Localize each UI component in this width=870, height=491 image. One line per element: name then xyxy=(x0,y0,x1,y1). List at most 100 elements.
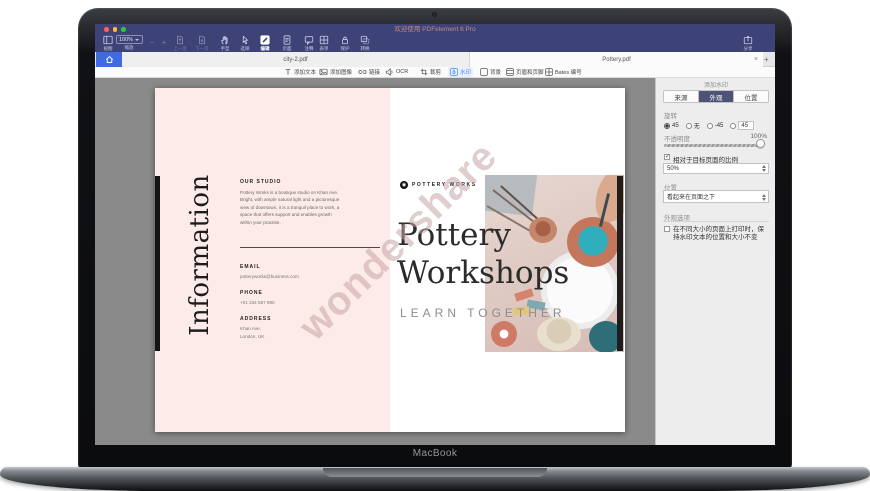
radio-custom[interactable] xyxy=(730,123,736,129)
link-icon xyxy=(358,68,367,76)
panel-divider xyxy=(663,221,769,222)
zoom-value: 100% xyxy=(119,37,133,43)
titlebar: 欢迎使用 PDFelement 6 Pro xyxy=(95,24,775,34)
pdf-page-spread[interactable]: Information OUR STUDIO Pottery Works is … xyxy=(155,88,625,432)
email-label: EMAIL xyxy=(240,264,261,270)
scale-checkbox[interactable]: ✓ xyxy=(664,154,670,160)
watermark-icon xyxy=(450,68,458,76)
macbook-base-notch xyxy=(323,468,547,477)
ribbon-item-label: 添加文本 xyxy=(294,68,316,76)
watermark-button[interactable]: 水印 xyxy=(448,67,473,77)
position-dropdown[interactable]: 看起来在页面之下 xyxy=(663,190,769,203)
rotation-options: 45 无 -45 45 xyxy=(664,121,770,130)
tab-source[interactable]: 来源 xyxy=(664,91,699,102)
ocr-button[interactable]: OCR xyxy=(385,67,408,77)
ribbon-item-label: Bates 编号 xyxy=(555,68,582,76)
ribbon-item-label: 背景 xyxy=(490,68,501,76)
ribbon-item-label: 链接 xyxy=(369,68,380,76)
panel-header: 添加水印 xyxy=(656,80,775,89)
scale-value: 50% xyxy=(667,166,679,172)
toolbar-item-label: 编辑 xyxy=(261,46,270,51)
background-icon xyxy=(480,68,488,76)
share-icon xyxy=(743,35,753,45)
tab-pottery-pdf[interactable]: Pottery.pdf × xyxy=(470,52,763,67)
rotation-label: 旋转 xyxy=(664,110,677,120)
tab-appearance[interactable]: 外观 xyxy=(699,91,734,102)
edit-icon xyxy=(260,35,270,45)
tab-position[interactable]: 位置 xyxy=(734,91,768,102)
position-value: 看起来在页面之下 xyxy=(667,192,715,201)
radio-label: 无 xyxy=(694,121,700,130)
macbook-label: MacBook xyxy=(78,448,792,459)
zoom-dropdown[interactable]: 100% 缩放 xyxy=(115,35,143,50)
toolbar-item-label: 保护 xyxy=(341,46,350,51)
photo-beige-bowl xyxy=(537,317,581,351)
radio-none[interactable] xyxy=(686,123,692,129)
radio-45[interactable] xyxy=(664,123,670,129)
tab-city-2-pdf[interactable]: city-2.pdf xyxy=(122,52,470,67)
scale-input[interactable]: 50% xyxy=(663,163,769,174)
toolbar-item-label: 转换 xyxy=(361,46,370,51)
tab-label: Pottery.pdf xyxy=(602,57,631,63)
tab-label: city-2.pdf xyxy=(283,57,307,63)
close-tab-icon[interactable]: × xyxy=(754,56,758,63)
phone-label: PHONE xyxy=(240,290,263,296)
document-title: Pottery Workshops xyxy=(397,216,569,292)
crop-icon xyxy=(420,68,428,76)
toolbar-item-label: 选择 xyxy=(241,46,250,51)
photo-pink-jar xyxy=(491,321,517,347)
document-viewer[interactable]: Information OUR STUDIO Pottery Works is … xyxy=(95,78,655,445)
ribbon-item-label: 页眉和页脚 xyxy=(516,68,544,76)
page-icon xyxy=(282,35,292,45)
background-button[interactable]: 背景 xyxy=(480,67,501,77)
opacity-label: 不透明度 xyxy=(664,133,690,143)
rotation-custom-input[interactable]: 45 xyxy=(738,121,754,130)
ocr-icon xyxy=(385,68,394,76)
brand-name: POTTERY WORKS xyxy=(412,182,477,188)
print-checkbox-row[interactable]: 在不同大小的页面上打印时，保持水印文本的位置和大小不变 xyxy=(664,226,768,242)
left-accent-bar xyxy=(155,176,160,351)
lock-icon xyxy=(340,35,350,45)
address-line1: Khan Ave, xyxy=(240,326,261,331)
pdf-page-left: Information OUR STUDIO Pottery Works is … xyxy=(155,88,390,432)
studio-paragraph: Pottery Works is a boutique studio on Kh… xyxy=(240,189,340,226)
toolbar-item-label: 上一页 xyxy=(173,46,187,51)
add-image-button[interactable]: 添加图像 xyxy=(319,67,352,77)
toolbar-item-label: 页面 xyxy=(283,46,292,51)
crop-button[interactable]: 裁剪 xyxy=(420,67,441,77)
address-line2: London, UK xyxy=(240,334,264,339)
divider-line xyxy=(240,247,380,248)
stepper-icon[interactable] xyxy=(762,165,766,172)
opacity-slider-track[interactable] xyxy=(664,144,762,147)
add-text-button[interactable]: 添加文本 xyxy=(284,67,316,77)
zoom-out-button[interactable]: − xyxy=(147,39,157,47)
phone-value: +01 234 567 890 xyxy=(240,300,275,305)
next-page-icon xyxy=(197,35,207,45)
radio-minus-45[interactable] xyxy=(707,123,713,129)
pottery-works-logo-icon: ◉ xyxy=(400,181,408,189)
bates-numbering-button[interactable]: Bates 编号 xyxy=(545,67,582,77)
main-toolbar: 视图 100% 缩放 − + 上一页 下一页 手型 选择 xyxy=(95,34,775,52)
ribbon-item-label: 添加图像 xyxy=(330,68,352,76)
opacity-slider-knob[interactable] xyxy=(756,139,765,148)
watermark-panel: 添加水印 来源 外观 位置 旋转 45 无 -45 45 不透明度 100% ✓… xyxy=(655,78,775,445)
new-tab-button[interactable]: + xyxy=(764,55,769,64)
home-tab-button[interactable] xyxy=(96,52,122,67)
link-button[interactable]: 链接 xyxy=(358,67,380,77)
add-text-icon xyxy=(284,68,292,76)
chevron-down-icon xyxy=(135,39,139,41)
studio-heading: OUR STUDIO xyxy=(240,179,281,185)
convert-icon xyxy=(360,35,370,45)
photo-teal-bowl xyxy=(567,217,619,267)
toolbar-item-label: 表单 xyxy=(320,46,329,51)
share-button[interactable]: 分享 xyxy=(735,35,761,51)
address-label: ADDRESS xyxy=(240,316,271,322)
header-footer-button[interactable]: 页眉和页脚 xyxy=(506,67,544,77)
print-checkbox[interactable] xyxy=(664,226,670,232)
email-value: potteryworks@business.com xyxy=(240,274,299,279)
panel-tabs: 来源 外观 位置 xyxy=(663,90,769,103)
window-title: 欢迎使用 PDFelement 6 Pro xyxy=(95,26,775,33)
toolbar-item-label: 下一页 xyxy=(195,46,209,51)
convert-tool-button[interactable]: 转换 xyxy=(352,35,378,51)
app-window: 欢迎使用 PDFelement 6 Pro 视图 100% 缩放 − + 上一页… xyxy=(95,24,775,445)
